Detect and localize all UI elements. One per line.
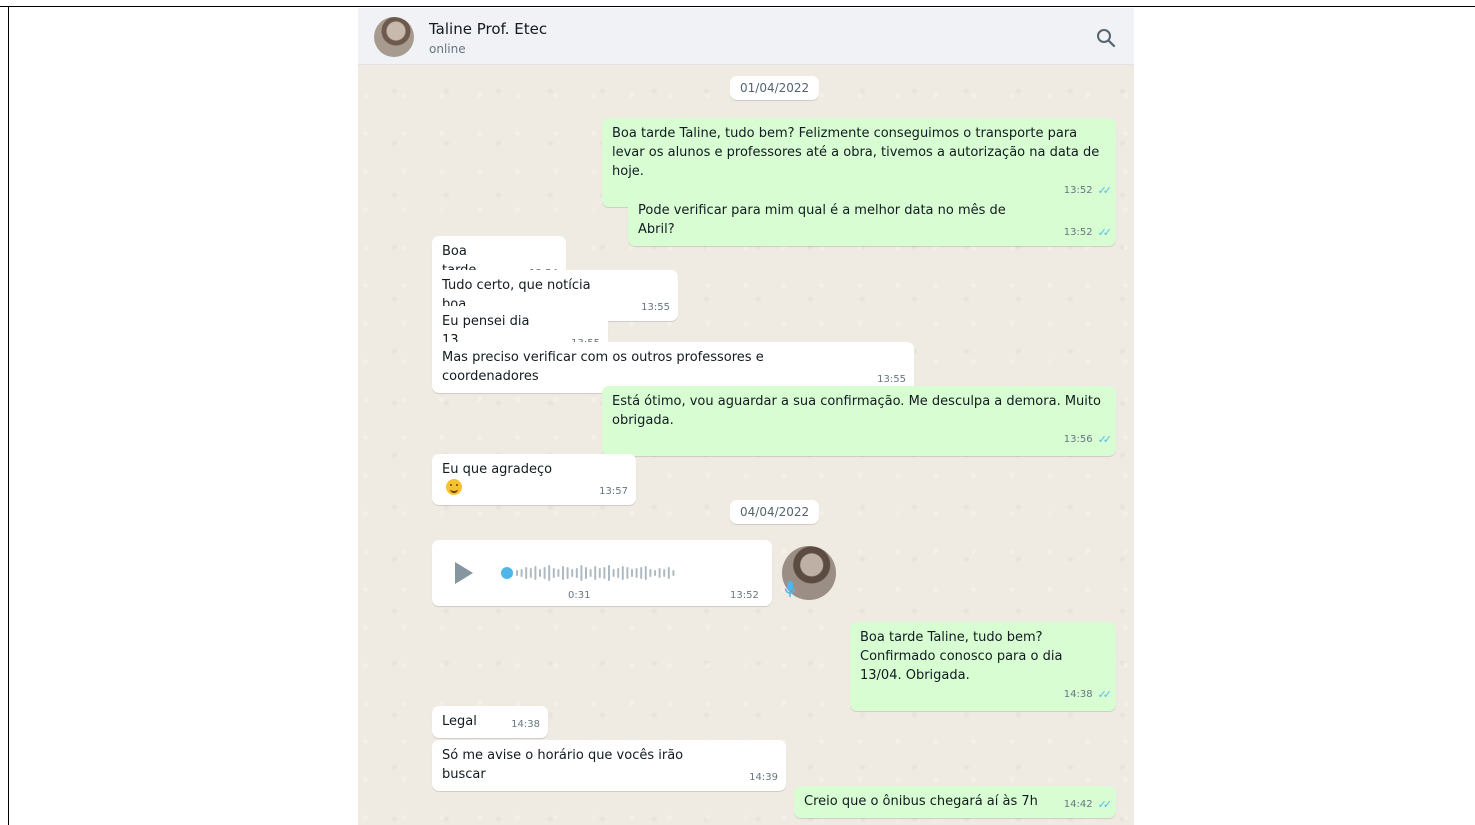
voice-message-bubble[interactable]: 0:31 13:52 bbox=[432, 540, 836, 606]
message-bubble-outgoing[interactable]: Boa tarde Taline, tudo bem? Felizmente c… bbox=[602, 118, 1116, 207]
message-meta: 13:56 ✓✓ bbox=[612, 430, 1113, 449]
message-text: Está ótimo, vou aguardar a sua confirmaç… bbox=[612, 394, 1101, 428]
message-time: 13:57 bbox=[599, 486, 628, 497]
play-icon[interactable] bbox=[455, 562, 473, 584]
message-meta: 14:38 bbox=[511, 715, 540, 734]
message-bubble-incoming[interactable]: Só me avise o horário que vocês irão bus… bbox=[432, 740, 786, 791]
message-bubble-outgoing[interactable]: Pode verificar para mim qual é a melhor … bbox=[628, 195, 1116, 246]
message-bubble-outgoing[interactable]: Boa tarde Taline, tudo bem? Confirmado c… bbox=[850, 622, 1116, 711]
chat-window: Taline Prof. Etec online 01/04/2022 Boa … bbox=[358, 8, 1134, 825]
message-time: 13:52 bbox=[1063, 227, 1093, 238]
hugging-face-emoji-icon bbox=[446, 479, 462, 495]
message-meta: 13:52 ✓✓ bbox=[1063, 223, 1113, 242]
message-bubble-incoming[interactable]: Eu que agradeço 13:57 bbox=[432, 454, 636, 505]
search-icon[interactable] bbox=[1096, 28, 1116, 48]
message-time: 14:38 bbox=[1063, 689, 1093, 700]
audio-duration: 0:31 bbox=[568, 590, 591, 601]
message-text: Creio que o ônibus chegará aí às 7h bbox=[804, 794, 1038, 809]
date-separator: 04/04/2022 bbox=[730, 500, 820, 524]
message-time: 14:42 bbox=[1063, 799, 1093, 810]
message-bubble-outgoing[interactable]: Creio que o ônibus chegará aí às 7h 14:4… bbox=[794, 786, 1116, 818]
contact-avatar[interactable] bbox=[374, 17, 414, 57]
message-meta: 14:42 ✓✓ bbox=[1063, 795, 1113, 814]
message-text: Só me avise o horário que vocês irão bus… bbox=[442, 748, 684, 782]
message-time: 13:52 bbox=[730, 590, 759, 601]
message-time: 14:39 bbox=[749, 772, 778, 783]
date-separator: 01/04/2022 bbox=[730, 76, 820, 100]
message-meta: 14:39 bbox=[749, 768, 778, 787]
message-bubble-outgoing[interactable]: Está ótimo, vou aguardar a sua confirmaç… bbox=[602, 386, 1116, 456]
chat-header: Taline Prof. Etec online bbox=[358, 8, 1134, 65]
message-time: 13:56 bbox=[1063, 434, 1093, 445]
read-ticks-icon: ✓✓ bbox=[1097, 226, 1113, 239]
message-time: 13:55 bbox=[641, 302, 670, 313]
message-meta: 13:57 bbox=[599, 482, 628, 501]
contact-name[interactable]: Taline Prof. Etec bbox=[429, 20, 547, 38]
read-ticks-icon: ✓✓ bbox=[1097, 798, 1113, 811]
message-text: Pode verificar para mim qual é a melhor … bbox=[638, 203, 1006, 237]
microphone-icon bbox=[784, 581, 796, 597]
page-border-left bbox=[8, 6, 9, 825]
page-border-top bbox=[0, 6, 1475, 7]
message-text-content: Eu que agradeço bbox=[442, 462, 553, 477]
read-ticks-icon: ✓✓ bbox=[1097, 433, 1113, 446]
message-text: Boa tarde Taline, tudo bem? Confirmado c… bbox=[860, 630, 1063, 683]
audio-waveform[interactable] bbox=[500, 562, 680, 584]
message-meta: 13:55 bbox=[641, 298, 670, 317]
message-time: 14:38 bbox=[511, 719, 540, 730]
read-ticks-icon: ✓✓ bbox=[1097, 688, 1113, 701]
message-bubble-incoming[interactable]: Legal 14:38 bbox=[432, 706, 548, 738]
message-meta: 14:38 ✓✓ bbox=[860, 685, 1113, 704]
message-text: Boa tarde Taline, tudo bem? Felizmente c… bbox=[612, 126, 1100, 179]
audio-progress-handle bbox=[501, 567, 513, 579]
message-text: Mas preciso verificar com os outros prof… bbox=[442, 350, 764, 384]
contact-status: online bbox=[429, 42, 466, 56]
